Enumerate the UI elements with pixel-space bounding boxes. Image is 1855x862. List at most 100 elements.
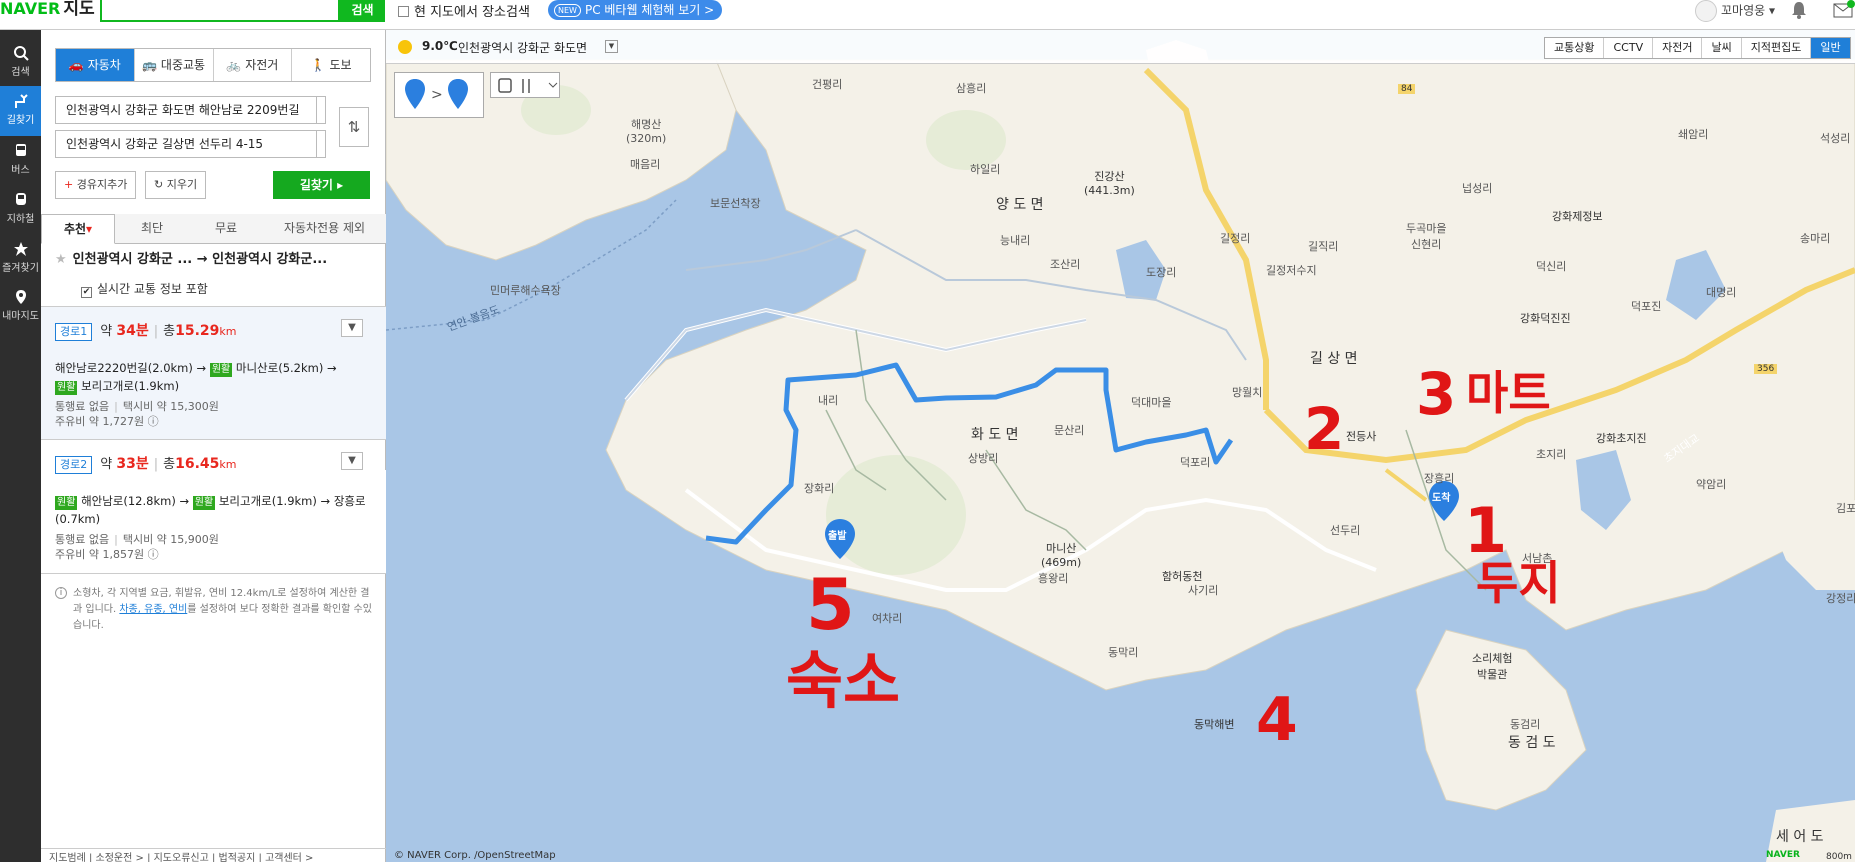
beta-web-button[interactable]: NEW PC 베타웹 체험해 보기 > [548,0,723,20]
location-dropdown[interactable]: ▼ [605,40,618,53]
layer-cadastral[interactable]: 지적편집도 [1742,38,1812,58]
search-icon [13,46,29,61]
label-songmari: 송마리 [1800,232,1831,245]
tab-recommended[interactable]: 추천▾ [41,214,115,244]
label-deokpori: 덕포리 [1180,456,1211,469]
panel-footer[interactable]: 지도범례 | 소정운전 > | 지도오류신고 | 법적공지 | 고객센터 > [41,848,386,862]
label-maeeumri: 매음리 [630,158,661,171]
start-marker-label: 출발 [828,531,847,542]
nav-subway[interactable]: 지하철 [0,185,41,235]
mail-icon[interactable] [1830,0,1855,20]
star-icon [13,242,28,256]
clear-label: 지우기 [166,178,198,191]
label-chojiri: 초지리 [1536,448,1567,461]
add-waypoint-button[interactable]: + 경유지추가 [55,171,137,199]
layer-general[interactable]: 일반 [1811,38,1850,58]
start-marker[interactable]: 출발 [823,518,857,560]
nav-subway-label: 지하철 [6,214,35,225]
route-1-seg1: 해안남로2220번길(2.0km) → [55,361,207,375]
weather-bar: 9.0℃ 인천광역시 강화군 화도면 ▼ 교통상황 CCTV 자전거 날씨 지적… [386,30,1855,64]
directions-icon [14,94,28,108]
label-janghungri: 장흥리 [1424,472,1455,485]
route-1-flow-tag: 원활 [209,363,233,377]
nav-search[interactable]: 검색 [0,38,41,88]
swap-icon[interactable]: ⇅ [339,107,369,147]
map-scale: 800m [1826,852,1852,862]
mode-walk[interactable]: 🚶 도보 [292,49,370,81]
temperature: 9.0℃ [422,39,458,53]
transport-modes: 🚗 자동차 🚌 대중교통 🚲 자전거 🚶 도보 [55,48,371,82]
mode-bike[interactable]: 🚲 자전거 [214,49,293,81]
route-1-expand-icon[interactable]: ▼ [341,319,363,337]
label-janghwari: 장화리 [804,482,835,495]
map-canvas[interactable] [386,30,1855,862]
realtime-checkbox[interactable]: ✔ [81,287,92,298]
layer-cctv[interactable]: CCTV [1604,38,1654,58]
route-1-path: 해안남로2220번길(2.0km) → 원활 마니산로(5.2km) → 원활 … [55,359,373,395]
beta-label: PC 베타웹 체험해 보기 > [584,3,715,17]
mode-car[interactable]: 🚗 자동차 [56,49,135,81]
route-option-1[interactable]: 경로1 약 34분 | 총15.29km ▼ 해안남로2220번길(2.0km) → … [41,306,386,440]
label-gangjeongri: 강정리 [1826,592,1855,605]
nav-directions[interactable]: 길찾기 [0,86,41,136]
nav-search-label: 검색 [11,67,30,78]
search-button[interactable]: 검색 [340,0,385,22]
label-sagiri: 사기리 [1188,584,1219,597]
clear-button[interactable]: ↻ 지우기 [145,171,207,199]
route-option-2[interactable]: 경로2 약 33분 | 총16.45km ▼ 원활 해안남로(12.8km) → 원활… [41,440,386,574]
info-icon[interactable]: ⓘ [148,548,159,561]
directions-panel: 🚗 자동차 🚌 대중교통 🚲 자전거 🚶 도보 인천광역시 강화군 화도면 해안… [41,30,386,862]
label-deokpojin: 덕포진 [1631,300,1662,313]
origin-input[interactable]: 인천광역시 강화군 화도면 해안남로 2209번길 [55,96,317,124]
layer-bicycle[interactable]: 자전거 [1653,38,1703,58]
annotation-number-3: 3 [1416,360,1457,428]
add-waypoint-label: 경유지추가 [76,178,128,191]
info-icon[interactable]: ⓘ [148,415,159,428]
layer-weather[interactable]: 날씨 [1702,38,1742,58]
realtime-traffic-option[interactable]: ✔ 실시간 교통 정보 포함 [81,280,208,298]
label-sori-museum: 소리체험 박물관 [1472,652,1513,681]
poi-filter[interactable] [490,72,560,98]
bell-icon[interactable] [1790,0,1808,20]
destination-drag-handle[interactable] [312,130,326,158]
nav-favorites[interactable]: 즐겨찾기 [0,234,41,284]
label-minmeoru: 민머루해수욕장 [490,284,561,297]
favorite-star-icon[interactable]: ★ [55,252,67,267]
pin-icon [15,290,26,304]
mode-transit[interactable]: 🚌 대중교통 [135,49,214,81]
left-nav: 검색 길찾기 버스 지하철 즐겨찾기 내마지도 [0,30,41,862]
route-2-expand-icon[interactable]: ▼ [341,452,363,470]
naver-watermark: NAVER [1766,850,1800,860]
layer-traffic[interactable]: 교통상황 [1545,38,1605,58]
label-yangdomyeon: 양 도 면 [996,197,1044,213]
route-1-unit: km [219,325,237,338]
current-map-search-checkbox[interactable] [398,6,409,17]
road-356-badge: 356 [1754,364,1778,374]
label-mangwolchi: 망월치 [1232,386,1263,399]
route-1-seg2: 마니산로(5.2km) → [235,361,337,375]
origin-drag-handle[interactable] [312,96,326,124]
vehicle-settings-link[interactable]: 차종, 유종, 연비 [119,604,187,615]
find-route-button[interactable]: 길찾기 ▸ [273,171,370,199]
nav-bus[interactable]: 버스 [0,136,41,186]
mode-transit-label: 대중교통 [160,58,206,72]
destination-input[interactable]: 인천광역시 강화군 길상면 선두리 4-15 [55,130,317,158]
find-route-label: 길찾기 [299,178,333,192]
label-gimpo: 김포 [1836,502,1855,515]
route-1-flow-tag-2: 원활 [55,381,78,395]
tab-shortest[interactable]: 최단 [115,214,189,243]
label-yeochari: 여차리 [872,612,903,625]
note-text-2: 를 설정하여 보다 정확한 결과를 확인할 수있습니다. [73,604,372,631]
start-end-toggle[interactable]: > [394,72,484,118]
route-2-distance: 16.45 [175,456,220,472]
tab-exclude-highway[interactable]: 자동차전용 제외 [263,214,386,243]
annotation-word-duji: 두지 [1476,556,1561,610]
nav-my-map[interactable]: 내마지도 [0,282,41,332]
end-marker[interactable]: 도착 [1427,480,1461,522]
current-map-search-option[interactable]: 현 지도에서 장소검색 [398,1,530,20]
tab-free[interactable]: 무료 [189,214,263,243]
map-view[interactable]: 9.0℃ 인천광역시 강화군 화도면 ▼ 교통상황 CCTV 자전거 날씨 지적… [386,30,1855,862]
user-menu[interactable]: 꼬마영웅 ▾ [1695,0,1775,22]
search-input[interactable] [100,0,340,22]
naver-logo[interactable]: NAVER 지도 [0,0,95,22]
